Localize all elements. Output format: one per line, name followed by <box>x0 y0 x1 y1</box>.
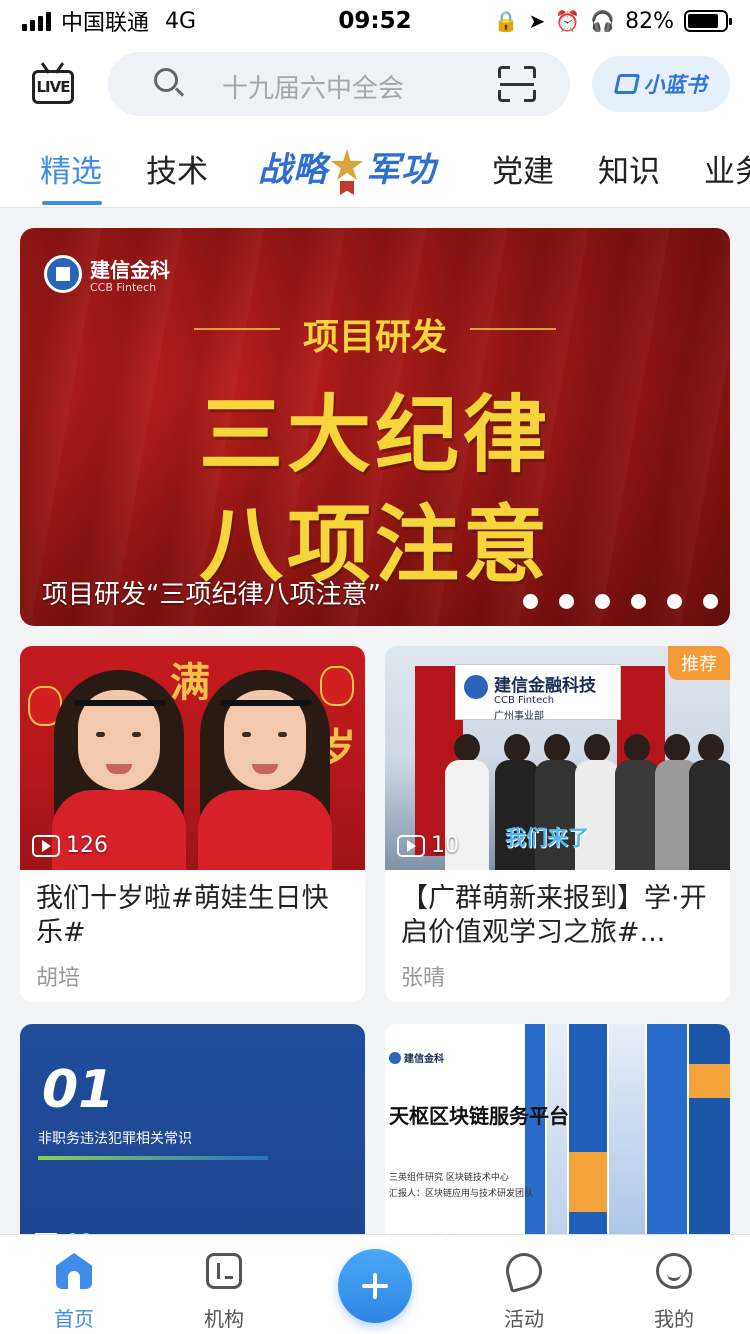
divider <box>38 1156 268 1160</box>
thumb-number: 01 <box>42 1060 115 1120</box>
search-icon <box>154 68 178 92</box>
banner-headline-1: 三大纪律 <box>198 386 551 484</box>
video-thumbnail[interactable]: 建信金科 天枢区块链服务平台 三英组件研究 区块链技术中心 汇报人：区块链应用与… <box>385 1024 730 1248</box>
tab-featured[interactable]: 精选 <box>40 146 102 191</box>
feed-card[interactable]: 建信金科 天枢区块链服务平台 三英组件研究 区块链技术中心 汇报人：区块链应用与… <box>385 1024 730 1248</box>
blue-book-label: 小蓝书 <box>643 73 707 97</box>
thumb-caption: 我们来了 <box>505 826 589 850</box>
feed-card[interactable]: 01 非职务违法犯罪相关常识 92 <box>20 1024 365 1248</box>
carousel-dot[interactable] <box>595 594 610 609</box>
signal-icon <box>22 11 51 31</box>
scan-icon[interactable] <box>498 66 536 102</box>
orientation-lock-icon: 🔒 <box>493 9 519 33</box>
ccb-fintech-logo: 建信金科 CCB Fintech <box>44 254 170 294</box>
banner-subtitle: 项目研发 <box>302 317 447 358</box>
tab-tech[interactable]: 技术 <box>146 146 208 191</box>
blue-book-button[interactable]: 小蓝书 <box>592 56 730 112</box>
card-author[interactable]: 张晴 <box>401 960 445 992</box>
battery-percent: 82% <box>625 8 674 34</box>
thumb-sign: 建信金融科技 CCB Fintech 广州事业部 <box>455 664 621 722</box>
live-tv-icon: LIVE <box>32 70 74 104</box>
view-count: 126 <box>32 833 108 858</box>
thumb-subtext: 三英组件研究 区块链技术中心 <box>389 1173 509 1183</box>
carousel-dots[interactable] <box>523 594 718 609</box>
nav-profile[interactable]: 我的 <box>614 1235 734 1334</box>
network-type: 4G <box>165 8 197 34</box>
feed-card[interactable]: 建信金融科技 CCB Fintech 广州事业部 我们来了 推荐 10 【广群萌… <box>385 646 730 1002</box>
view-count: 10 <box>397 833 459 858</box>
bottom-tab-bar: 首页 机构 活动 我的 <box>0 1234 750 1334</box>
play-icon <box>32 834 60 857</box>
play-icon <box>397 834 425 857</box>
video-thumbnail[interactable]: 建信金融科技 CCB Fintech 广州事业部 我们来了 推荐 10 <box>385 646 730 870</box>
nav-home[interactable]: 首页 <box>14 1235 134 1334</box>
search-placeholder[interactable]: 十九届六中全会 <box>222 68 404 105</box>
carrier-name: 中国联通 <box>61 11 150 36</box>
card-author[interactable]: 胡培 <box>36 960 80 992</box>
video-thumbnail[interactable]: 满 岁 126 <box>20 646 365 870</box>
decorative-bars <box>525 1024 730 1248</box>
home-icon <box>56 1253 92 1289</box>
banner-caption: 项目研发“三项纪律八项注意” <box>42 580 381 610</box>
ccb-logo-icon <box>464 675 488 699</box>
carousel-dot[interactable] <box>703 594 718 609</box>
category-tabs: 精选 技术 战略 军功 党建 知识 业务 <box>0 128 750 208</box>
nav-organization[interactable]: 机构 <box>164 1235 284 1334</box>
ccb-fintech-logo: 建信金科 <box>389 1050 444 1065</box>
carousel-dot[interactable] <box>523 594 538 609</box>
tab-business[interactable]: 业务 <box>704 146 750 191</box>
tab-knowledge[interactable]: 知识 <box>598 146 660 191</box>
create-post-button[interactable] <box>338 1249 412 1323</box>
card-title[interactable]: 【广群萌新来报到】学·开启价值观学习之旅#... <box>401 882 717 950</box>
profile-icon <box>656 1253 692 1289</box>
feed-card[interactable]: 满 岁 126 我们十岁啦#萌娃生日快乐# 胡培 <box>20 646 365 1002</box>
search-bar[interactable]: 十九届六中全会 <box>108 52 570 116</box>
location-icon: ➤ <box>528 9 546 33</box>
video-thumbnail[interactable]: 01 非职务违法犯罪相关常识 92 <box>20 1024 365 1248</box>
carousel-dot[interactable] <box>667 594 682 609</box>
alarm-icon: ⏰ <box>555 9 581 33</box>
active-tab-indicator <box>42 201 102 205</box>
book-icon <box>613 74 640 94</box>
tab-party[interactable]: 党建 <box>492 146 554 191</box>
nav-activity[interactable]: 活动 <box>464 1235 584 1334</box>
recommended-badge: 推荐 <box>668 646 730 680</box>
status-bar: 中国联通 4G 09:52 🔒 ➤ ⏰ 🎧 82% <box>0 0 750 42</box>
tab-merit-label: 军功 <box>366 149 436 190</box>
card-title[interactable]: 我们十岁啦#萌娃生日快乐# <box>36 882 352 950</box>
thumb-title: 天枢区块链服务平台 <box>389 1104 569 1128</box>
thumb-text: 非职务违法犯罪相关常识 <box>38 1131 192 1147</box>
ccb-logo-icon <box>44 255 82 293</box>
carousel-dot[interactable] <box>631 594 646 609</box>
headphones-icon: 🎧 <box>590 9 616 33</box>
live-button[interactable]: LIVE <box>32 62 74 106</box>
thumb-subtext: 汇报人：区块链应用与技术研发团队 <box>389 1189 534 1199</box>
carousel-dot[interactable] <box>559 594 574 609</box>
tab-strategy-merit[interactable]: 战略 军功 <box>258 142 436 195</box>
medal-icon <box>330 149 364 195</box>
battery-icon <box>684 10 732 32</box>
organization-icon <box>206 1253 242 1289</box>
ccb-logo-icon <box>389 1051 401 1064</box>
activity-icon <box>501 1248 547 1294</box>
tab-strategy-label: 战略 <box>258 149 328 190</box>
top-header: LIVE 十九届六中全会 小蓝书 <box>0 42 750 128</box>
divider <box>470 328 556 330</box>
hero-banner[interactable]: 建信金科 CCB Fintech 项目研发 三大纪律 八项注意 项目研发“三项纪… <box>20 228 730 626</box>
